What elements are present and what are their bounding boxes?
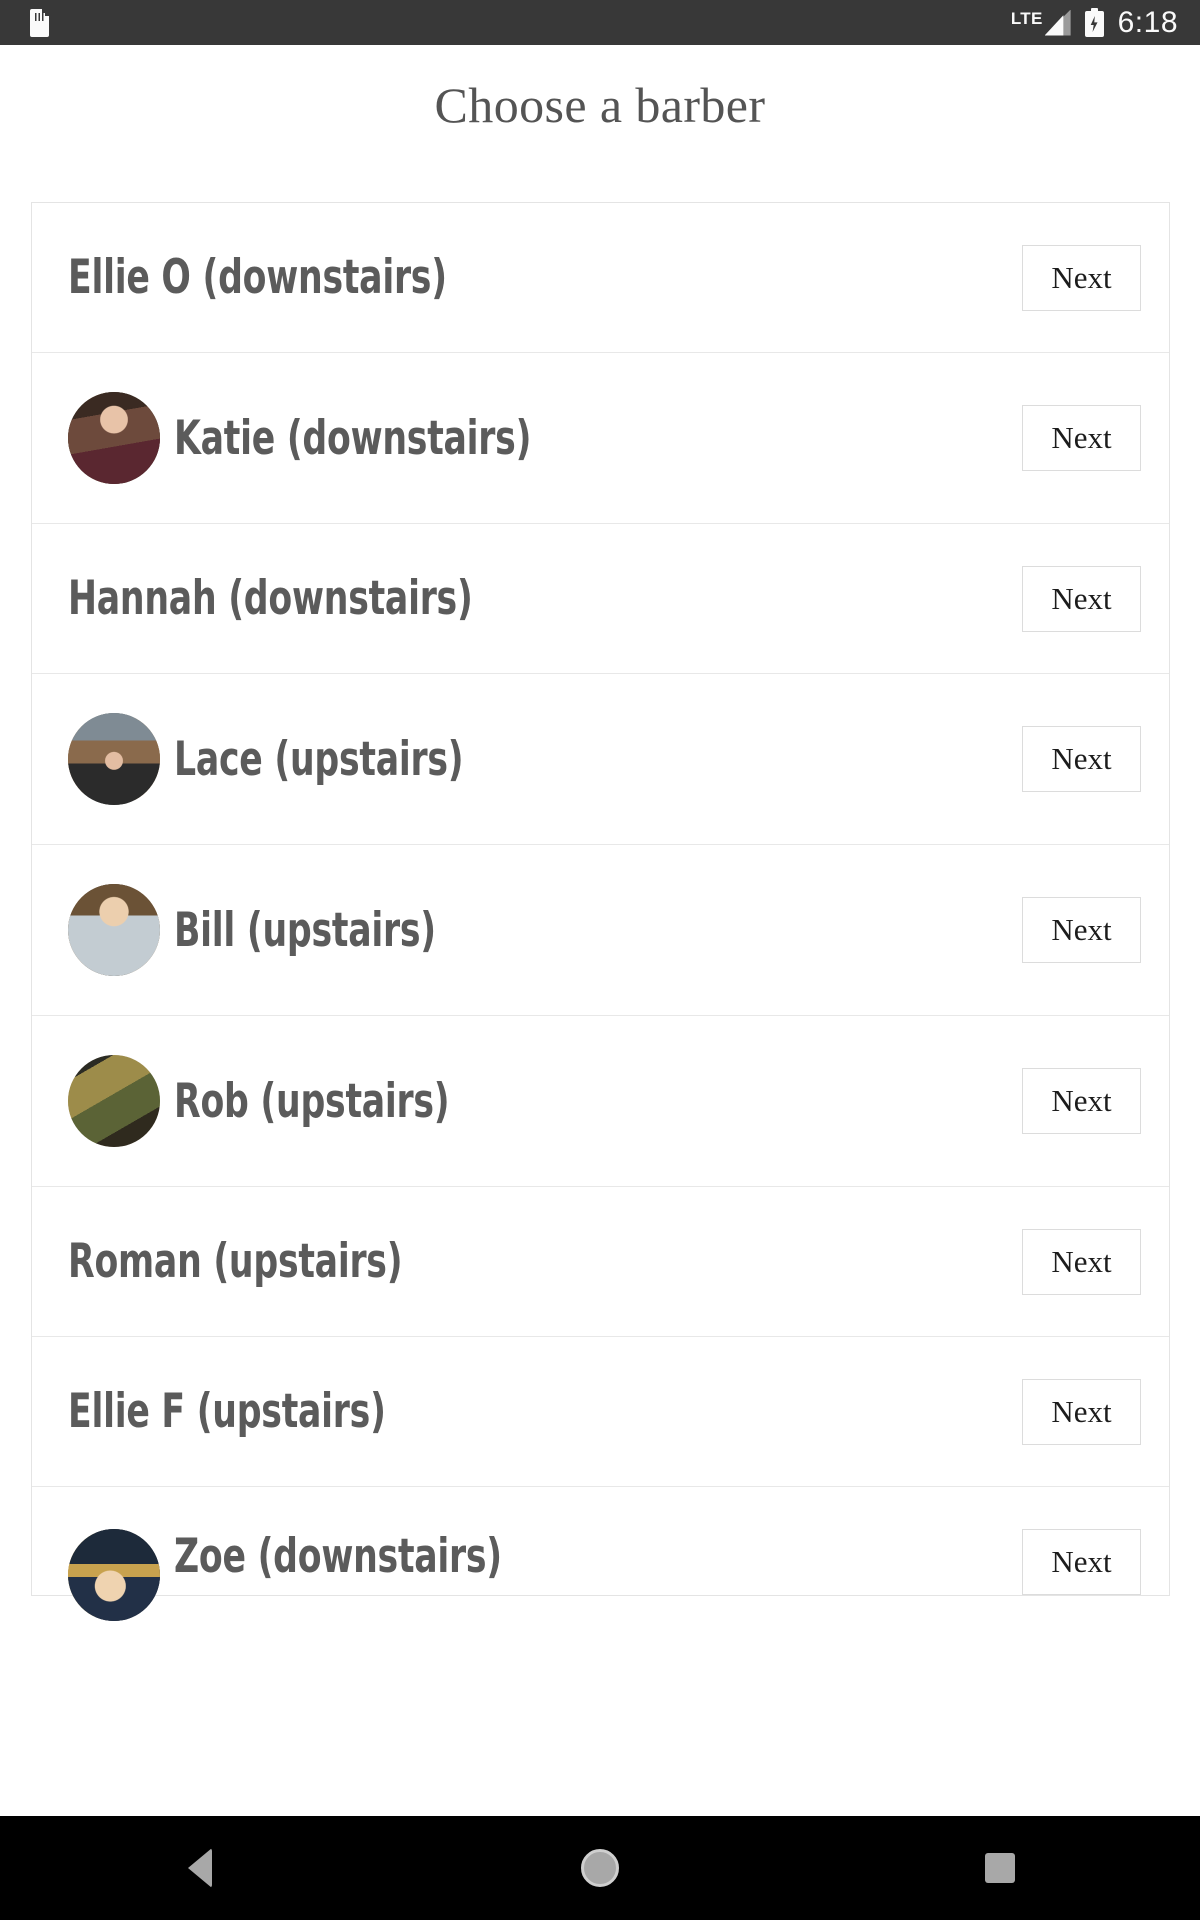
- status-bar: LTE 6:18: [0, 0, 1200, 45]
- table-row[interactable]: Roman (upstairs) Next: [32, 1187, 1169, 1337]
- table-row[interactable]: Zoe (downstairs) Next: [32, 1487, 1169, 1621]
- nav-recents-button[interactable]: [800, 1816, 1200, 1920]
- home-icon: [581, 1849, 619, 1887]
- status-bar-left: [30, 8, 49, 37]
- barber-name: Ellie O (downstairs): [68, 250, 447, 305]
- avatar: [68, 713, 160, 805]
- nav-home-button[interactable]: [400, 1816, 800, 1920]
- status-bar-right: LTE 6:18: [1010, 5, 1178, 39]
- sdcard-icon: [30, 8, 49, 37]
- next-button[interactable]: Next: [1022, 726, 1141, 792]
- barber-name: Rob (upstairs): [174, 1073, 450, 1129]
- table-row[interactable]: Bill (upstairs) Next: [32, 845, 1169, 1016]
- next-button[interactable]: Next: [1022, 1378, 1141, 1445]
- avatar: [68, 392, 160, 484]
- table-row[interactable]: Ellie F (upstairs) Next: [32, 1337, 1169, 1487]
- next-button[interactable]: Next: [1022, 897, 1141, 963]
- page-title: Choose a barber: [434, 77, 766, 133]
- next-button[interactable]: Next: [1022, 565, 1141, 632]
- table-row[interactable]: Ellie O (downstairs) Next: [32, 203, 1169, 353]
- next-button[interactable]: Next: [1022, 1529, 1141, 1595]
- barber-name: Lace (upstairs): [174, 731, 464, 787]
- battery-charging-icon: [1084, 8, 1104, 37]
- android-navigation-bar: [0, 1816, 1200, 1920]
- barber-name: Zoe (downstairs): [174, 1529, 502, 1584]
- barber-name: Hannah (downstairs): [68, 571, 473, 626]
- signal-bars-icon: LTE: [1010, 8, 1071, 36]
- avatar: [68, 1055, 160, 1147]
- barber-list: Ellie O (downstairs) Next Katie (downstair…: [31, 202, 1170, 1621]
- barber-name: Bill (upstairs): [174, 902, 436, 958]
- signal-strength-icon: [1044, 9, 1071, 36]
- avatar: [68, 884, 160, 976]
- barber-name: Roman (upstairs): [68, 1234, 403, 1289]
- network-type-label: LTE: [1010, 8, 1043, 28]
- nav-back-button[interactable]: [0, 1816, 400, 1920]
- table-row[interactable]: Hannah (downstairs) Next: [32, 524, 1169, 674]
- table-row[interactable]: Lace (upstairs) Next: [32, 674, 1169, 845]
- status-bar-clock: 6:18: [1117, 5, 1178, 39]
- next-button[interactable]: Next: [1022, 1068, 1141, 1134]
- barber-name: Ellie F (upstairs): [68, 1384, 386, 1439]
- next-button[interactable]: Next: [1022, 405, 1141, 471]
- back-icon: [188, 1848, 212, 1888]
- table-row[interactable]: Rob (upstairs) Next: [32, 1016, 1169, 1187]
- recents-icon: [985, 1853, 1015, 1883]
- next-button[interactable]: Next: [1022, 244, 1141, 311]
- next-button[interactable]: Next: [1022, 1228, 1141, 1295]
- table-row[interactable]: Katie (downstairs) Next: [32, 353, 1169, 524]
- barber-name: Katie (downstairs): [174, 410, 532, 466]
- avatar: [68, 1529, 160, 1621]
